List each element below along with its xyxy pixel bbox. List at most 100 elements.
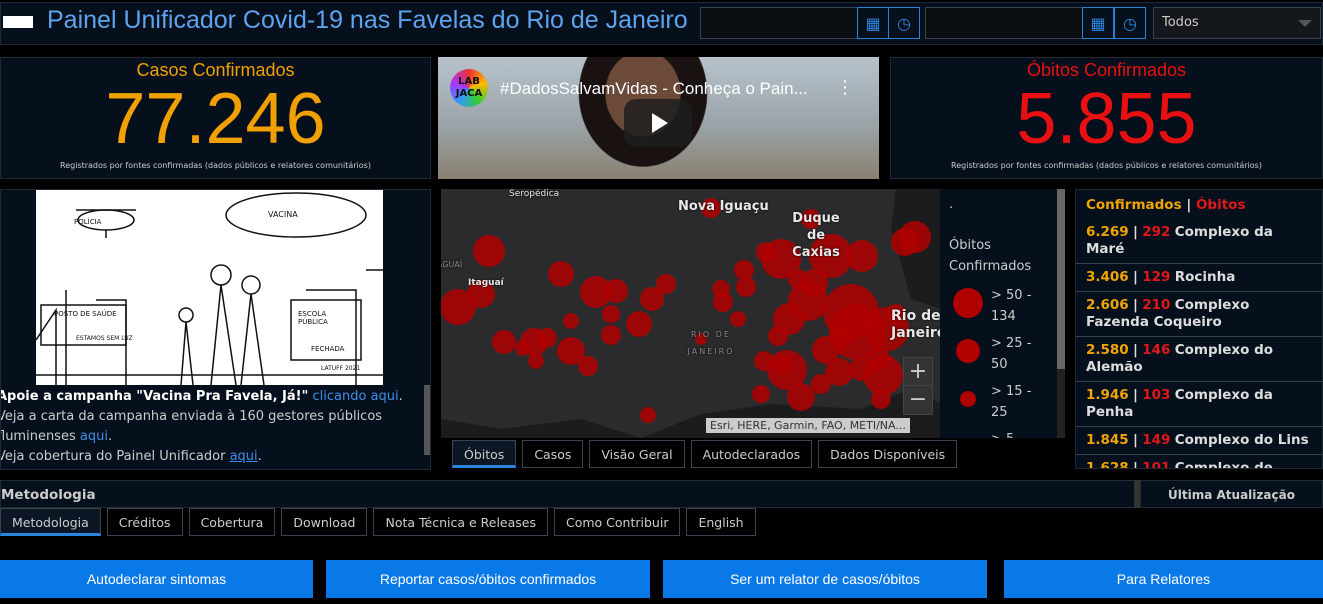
item-deaths: 292 <box>1142 224 1171 240</box>
legend-scrollbar[interactable] <box>1057 189 1065 438</box>
map-marker[interactable] <box>891 228 919 256</box>
item-name: Rocinha <box>1174 269 1236 285</box>
item-deaths: 146 <box>1142 342 1171 358</box>
map-marker[interactable] <box>712 280 730 298</box>
map-marker[interactable] <box>752 385 770 403</box>
list-item[interactable]: 2.606 | 210 Complexo Fazenda Coqueiro <box>1076 292 1322 337</box>
legend-item: > 25 - 50 <box>991 336 1032 372</box>
map-tab-4[interactable]: Dados Disponíveis <box>818 440 958 468</box>
map-marker[interactable] <box>811 374 831 394</box>
map-tab-1[interactable]: Casos <box>522 440 584 468</box>
map-marker[interactable] <box>515 340 531 356</box>
filter-select[interactable]: Todos <box>1153 7 1321 39</box>
calendar-icon[interactable]: ▦ <box>1082 7 1114 39</box>
logo <box>3 16 33 28</box>
list-item[interactable]: 1.628 | 101 Complexo de Manguinhos <box>1076 455 1322 469</box>
calendar-icon[interactable]: ▦ <box>857 7 889 39</box>
legend-item: > 50 - 134 <box>991 288 1032 324</box>
cartoon-caption: ESTAMOS SEM LUZ <box>76 335 133 342</box>
zoom-in-button[interactable]: + <box>903 357 933 387</box>
for-reporters-button[interactable]: Para Relatores <box>1004 560 1323 598</box>
map-marker[interactable] <box>473 235 505 267</box>
methodology-tab-2[interactable]: Cobertura <box>188 508 276 536</box>
separator: | <box>1133 224 1138 240</box>
map-marker[interactable] <box>640 407 656 423</box>
separator: | <box>1133 297 1138 313</box>
coverage-text: Veja cobertura do Painel Unificador <box>0 449 226 464</box>
zoom-out-button[interactable]: − <box>903 385 933 415</box>
scrollbar[interactable] <box>424 385 430 455</box>
map-marker[interactable] <box>730 311 746 327</box>
methodology-tab-3[interactable]: Download <box>281 508 368 536</box>
map-marker[interactable] <box>788 269 808 289</box>
map-marker[interactable] <box>768 326 788 346</box>
more-vertical-icon[interactable]: ⋮ <box>836 77 854 98</box>
campaign-link[interactable]: clicando aqui <box>312 389 398 404</box>
map-tab-2[interactable]: Visão Geral <box>589 440 685 468</box>
methodology-tab-5[interactable]: Como Contribuir <box>554 508 681 536</box>
clock-icon[interactable]: ◷ <box>888 7 920 39</box>
item-deaths: 129 <box>1142 269 1171 285</box>
legend-symbol <box>960 391 976 407</box>
map-marker[interactable] <box>548 261 574 287</box>
video-title[interactable]: #DadosSalvamVidas - Conheça o Pain... <box>500 79 808 99</box>
list-item[interactable]: 1.946 | 103 Complexo da Penha <box>1076 382 1322 427</box>
map-marker[interactable] <box>773 355 793 375</box>
clock-icon[interactable]: ◷ <box>1114 7 1146 39</box>
map-marker[interactable] <box>537 328 557 348</box>
map-marker[interactable] <box>787 383 815 411</box>
cases-indicator: Casos Confirmados 77.246 Registrados por… <box>0 57 431 179</box>
methodology-tab-4[interactable]: Nota Técnica e Releases <box>373 508 548 536</box>
list-item[interactable]: 6.269 | 292 Complexo da Maré <box>1076 219 1322 264</box>
methodology-tab-6[interactable]: English <box>686 508 756 536</box>
map-marker[interactable] <box>578 356 598 376</box>
map-marker[interactable] <box>756 242 776 262</box>
map-label: Rio de Janeiro <box>891 308 941 341</box>
chevron-down-icon <box>1298 20 1312 27</box>
legend-item: > 5 - <box>991 429 1046 438</box>
become-reporter-button[interactable]: Ser um relator de casos/óbitos <box>663 560 987 598</box>
deaths-value: 5.855 <box>1016 79 1197 159</box>
list-item[interactable]: 2.580 | 146 Complexo do Alemão <box>1076 337 1322 382</box>
report-cases-button[interactable]: Reportar casos/óbitos confirmados <box>326 560 650 598</box>
campaign-text: Apoie a campanha "Vacina Pra Favela, Já!… <box>0 387 419 467</box>
map-marker[interactable] <box>528 353 544 369</box>
map-marker[interactable] <box>734 260 754 280</box>
video-player[interactable]: LAB JACA #DadosSalvamVidas - Conheça o P… <box>438 57 879 179</box>
map-tab-3[interactable]: Autodeclarados <box>690 440 813 468</box>
item-cases: 1.845 <box>1086 432 1129 448</box>
map-label: Duque de Caxias <box>792 211 840 260</box>
map-label: Nova Iguaçu <box>678 199 769 214</box>
map-marker[interactable] <box>866 347 890 371</box>
list-item[interactable]: 3.406 | 129 Rocinha <box>1076 264 1322 292</box>
separator: | <box>1133 460 1138 469</box>
item-cases: 3.406 <box>1086 269 1129 285</box>
map-marker[interactable] <box>563 313 579 329</box>
coverage-link[interactable]: aqui <box>230 449 258 464</box>
methodology-tab-0[interactable]: Metodologia <box>0 508 101 536</box>
legend-symbol <box>953 288 983 318</box>
header-deaths: Óbitos <box>1195 197 1246 213</box>
end-date-input[interactable] <box>925 7 1083 39</box>
map-marker[interactable] <box>871 389 891 409</box>
map[interactable]: Seropédica Nova Iguaçu Duque de Caxias I… <box>441 189 941 438</box>
methodology-tab-1[interactable]: Créditos <box>106 508 183 536</box>
map-marker[interactable] <box>626 311 652 337</box>
map-marker[interactable] <box>640 287 664 311</box>
letter-link[interactable]: aqui <box>80 429 108 444</box>
filter-value: Todos <box>1162 15 1199 30</box>
item-deaths: 210 <box>1142 297 1171 313</box>
map-marker[interactable] <box>754 351 774 371</box>
list-item[interactable]: 1.845 | 149 Complexo do Lins <box>1076 427 1322 455</box>
start-date-input[interactable] <box>700 7 858 39</box>
map-marker[interactable] <box>601 325 621 345</box>
map-marker[interactable] <box>604 279 628 303</box>
self-report-button[interactable]: Autodeclarar sintomas <box>0 560 313 598</box>
map-tab-0[interactable]: Óbitos <box>452 440 517 468</box>
map-marker[interactable] <box>736 277 756 297</box>
map-marker[interactable] <box>492 330 516 354</box>
channel-logo[interactable]: LAB JACA <box>450 69 488 107</box>
map-marker[interactable] <box>602 305 620 323</box>
play-icon[interactable] <box>624 99 692 147</box>
legend-dot: . <box>949 197 954 212</box>
